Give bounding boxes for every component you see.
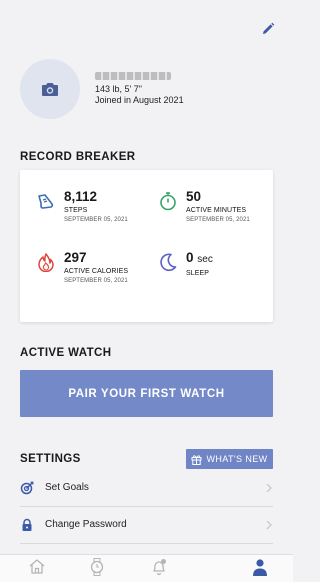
active-minutes-label: ACTIVE MINUTES bbox=[186, 207, 247, 214]
whats-new-button[interactable]: WHAT'S NEW bbox=[186, 449, 273, 469]
camera-icon bbox=[42, 82, 58, 96]
gift-icon bbox=[191, 454, 202, 465]
bell-icon bbox=[153, 559, 166, 576]
goals-icon bbox=[20, 481, 34, 494]
settings-item-set-goals[interactable]: Set Goals bbox=[20, 469, 273, 507]
steps-value: 8,112 bbox=[64, 189, 98, 204]
tab-notifications[interactable] bbox=[135, 554, 183, 582]
whats-new-label: WHAT'S NEW bbox=[206, 454, 268, 464]
settings-item-change-password[interactable]: Change Password bbox=[20, 506, 273, 544]
record-steps: 8,112 STEPS SEPTEMBER 05, 2021 bbox=[36, 189, 128, 224]
record-breaker-card: 8,112 STEPS SEPTEMBER 05, 2021 50 ACTIVE… bbox=[20, 170, 273, 322]
steps-icon bbox=[38, 194, 54, 209]
set-goals-label: Set Goals bbox=[45, 482, 89, 493]
profile-icon bbox=[253, 559, 267, 576]
active-minutes-value: 50 bbox=[186, 189, 202, 204]
tab-profile[interactable] bbox=[236, 554, 284, 582]
tab-watch[interactable] bbox=[73, 554, 121, 582]
record-sleep: 0 sec SLEEP bbox=[158, 250, 213, 278]
active-watch-title: ACTIVE WATCH bbox=[20, 347, 112, 359]
avatar[interactable] bbox=[20, 59, 80, 119]
chevron-right-icon bbox=[266, 483, 272, 492]
edit-profile-icon[interactable] bbox=[261, 22, 275, 36]
tab-home[interactable] bbox=[13, 554, 61, 582]
active-calories-date: SEPTEMBER 05, 2021 bbox=[64, 278, 128, 284]
active-calories-value: 297 bbox=[64, 250, 87, 265]
sleep-label: SLEEP bbox=[186, 270, 210, 277]
chevron-right-icon bbox=[266, 520, 272, 529]
record-active-minutes: 50 ACTIVE MINUTES SEPTEMBER 05, 2021 bbox=[158, 189, 250, 224]
profile-joined: Joined in August 2021 bbox=[95, 95, 184, 105]
steps-label: STEPS bbox=[64, 207, 88, 214]
active-calories-label: ACTIVE CALORIES bbox=[64, 268, 129, 275]
sleep-value: 0 sec bbox=[186, 250, 213, 267]
flame-icon bbox=[38, 253, 54, 272]
lock-icon bbox=[22, 518, 32, 531]
settings-title: SETTINGS bbox=[20, 453, 81, 465]
sleep-value-number: 0 bbox=[186, 250, 194, 265]
change-password-label: Change Password bbox=[45, 519, 127, 530]
pair-watch-button[interactable]: PAIR YOUR FIRST WATCH bbox=[20, 370, 273, 417]
sleep-value-unit: sec bbox=[197, 254, 213, 265]
stopwatch-icon bbox=[160, 192, 176, 211]
active-minutes-date: SEPTEMBER 05, 2021 bbox=[186, 217, 250, 223]
profile-stats: 143 lb, 5' 7" bbox=[95, 84, 142, 94]
watch-icon bbox=[90, 558, 104, 576]
record-breaker-title: RECORD BREAKER bbox=[20, 151, 136, 163]
bottom-tab-bar bbox=[0, 554, 293, 582]
record-active-calories: 297 ACTIVE CALORIES SEPTEMBER 05, 2021 bbox=[36, 250, 128, 285]
moon-icon bbox=[160, 253, 177, 272]
profile-name-redacted bbox=[95, 72, 171, 80]
profile-header: 143 lb, 5' 7" Joined in August 2021 bbox=[20, 59, 184, 119]
home-icon bbox=[29, 559, 45, 574]
steps-date: SEPTEMBER 05, 2021 bbox=[64, 217, 128, 223]
